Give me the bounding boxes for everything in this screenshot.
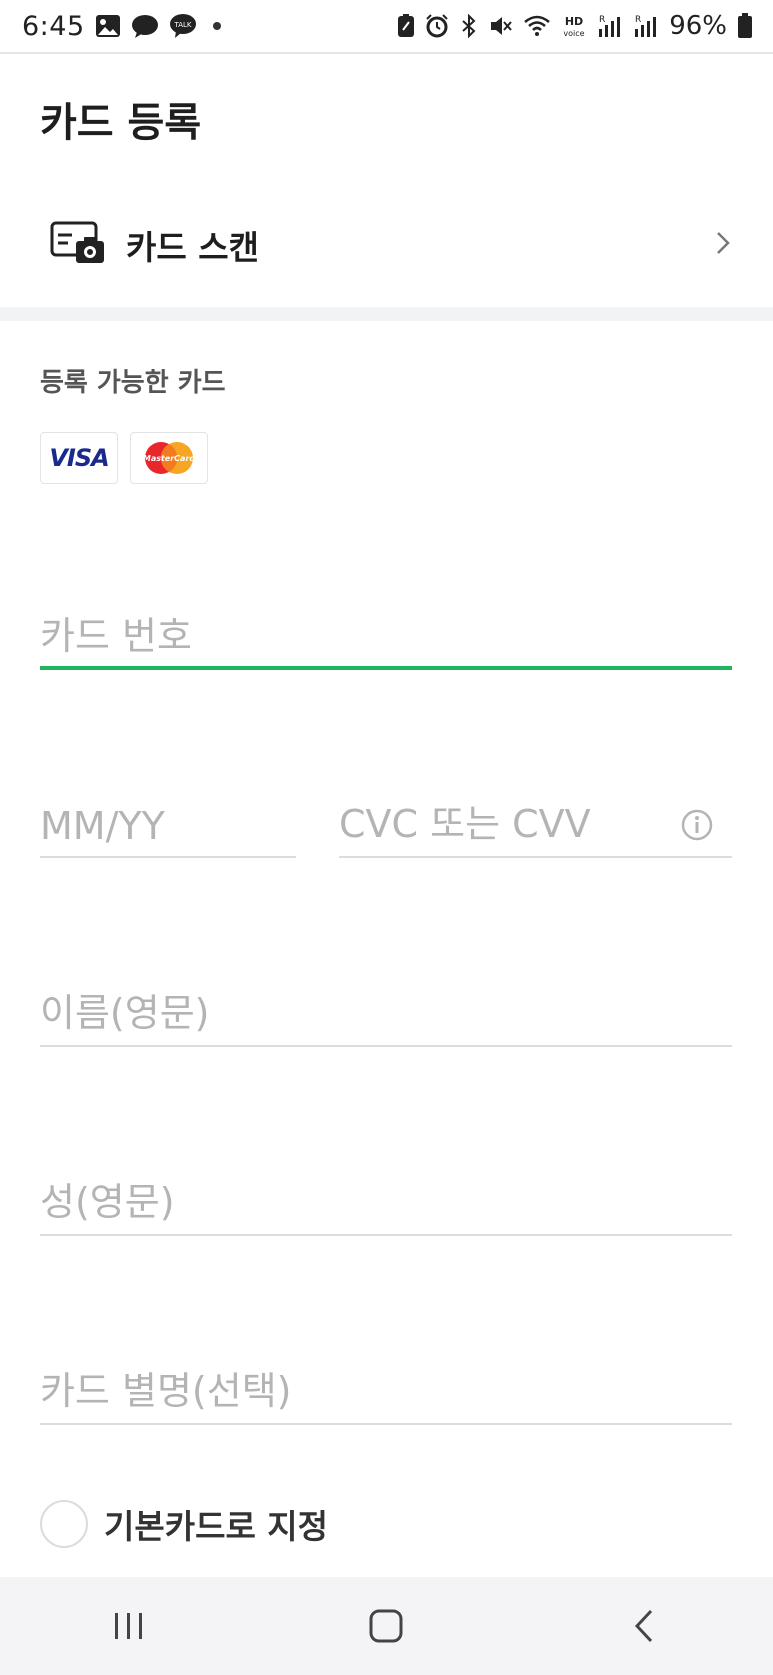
visa-logo-text: VISA [49,444,109,472]
card-nickname-field[interactable]: 카드 별명(선택) [40,1357,732,1425]
status-bar-left: 6:45 TALK [22,11,221,42]
expiry-field[interactable]: MM/YY [40,790,296,858]
cvc-field[interactable]: CVC 또는 CVV [339,790,732,858]
card-number-underline [40,666,732,670]
first-name-field[interactable]: 이름(영문) [40,979,732,1047]
notification-dot [212,22,221,30]
status-bar: 6:45 TALK HD voice R R 96% [0,0,773,54]
status-bar-right: HD voice R R 96% [397,11,753,41]
status-time: 6:45 [22,10,85,42]
wifi-icon [523,14,551,38]
recent-apps-icon [114,1613,142,1639]
mastercard-logo-text: MasterCard [143,454,196,463]
accepted-cards-label: 등록 가능한 카드 [40,368,226,398]
hd-label: HD [565,15,583,28]
chat-bubble-icon [131,14,159,38]
bluetooth-icon [459,14,479,38]
card-scan-button[interactable]: 카드 스캔 [0,200,773,290]
back-icon [635,1609,653,1643]
info-icon[interactable] [680,808,714,846]
page-title: 카드 등록 [40,100,202,146]
card-nickname-underline [40,1423,732,1425]
default-card-radio[interactable] [40,1500,88,1548]
gallery-icon [95,14,121,38]
section-divider [0,307,773,321]
card-camera-icon [50,221,106,269]
home-button[interactable] [341,1591,431,1661]
back-button[interactable] [599,1591,689,1661]
first-name-underline [40,1045,732,1047]
mastercard-logo: MasterCard [130,432,208,484]
first-name-placeholder: 이름(영문) [40,991,210,1035]
phone-manager-icon [397,14,415,38]
card-nickname-placeholder: 카드 별명(선택) [40,1369,292,1413]
card-number-field[interactable]: 카드 번호 [40,600,732,670]
mute-icon [489,14,513,38]
default-card-option[interactable]: 기본카드로 지정 [40,1500,328,1548]
alarm-icon [425,14,449,38]
kakaotalk-label: TALK [173,21,191,29]
home-icon [369,1609,403,1643]
signal-mark-label: R [635,15,641,25]
voice-label: voice [564,29,585,38]
battery-percent: 96% [669,11,727,41]
system-nav-bar [0,1577,773,1675]
default-card-label: 기본카드로 지정 [104,1507,329,1546]
hd-voice-icon: HD voice [561,13,587,39]
last-name-field[interactable]: 성(영문) [40,1168,732,1236]
last-name-underline [40,1234,732,1236]
cvc-placeholder: CVC 또는 CVV [339,802,591,846]
signal-mark-label: R [599,15,605,25]
expiry-placeholder: MM/YY [40,804,165,848]
signal-icon: R [597,13,623,39]
kakaotalk-icon: TALK [169,13,197,39]
chevron-right-icon [713,228,733,262]
cvc-underline [339,856,732,858]
visa-logo: VISA [40,432,118,484]
expiry-underline [40,856,296,858]
accepted-cards-logos: VISA MasterCard [40,432,208,484]
card-scan-label: 카드 스캔 [126,228,259,267]
last-name-placeholder: 성(영문) [40,1180,175,1224]
card-number-placeholder: 카드 번호 [40,614,192,658]
signal-icon: R [633,13,659,39]
battery-icon [737,13,753,39]
recent-apps-button[interactable] [84,1591,174,1661]
